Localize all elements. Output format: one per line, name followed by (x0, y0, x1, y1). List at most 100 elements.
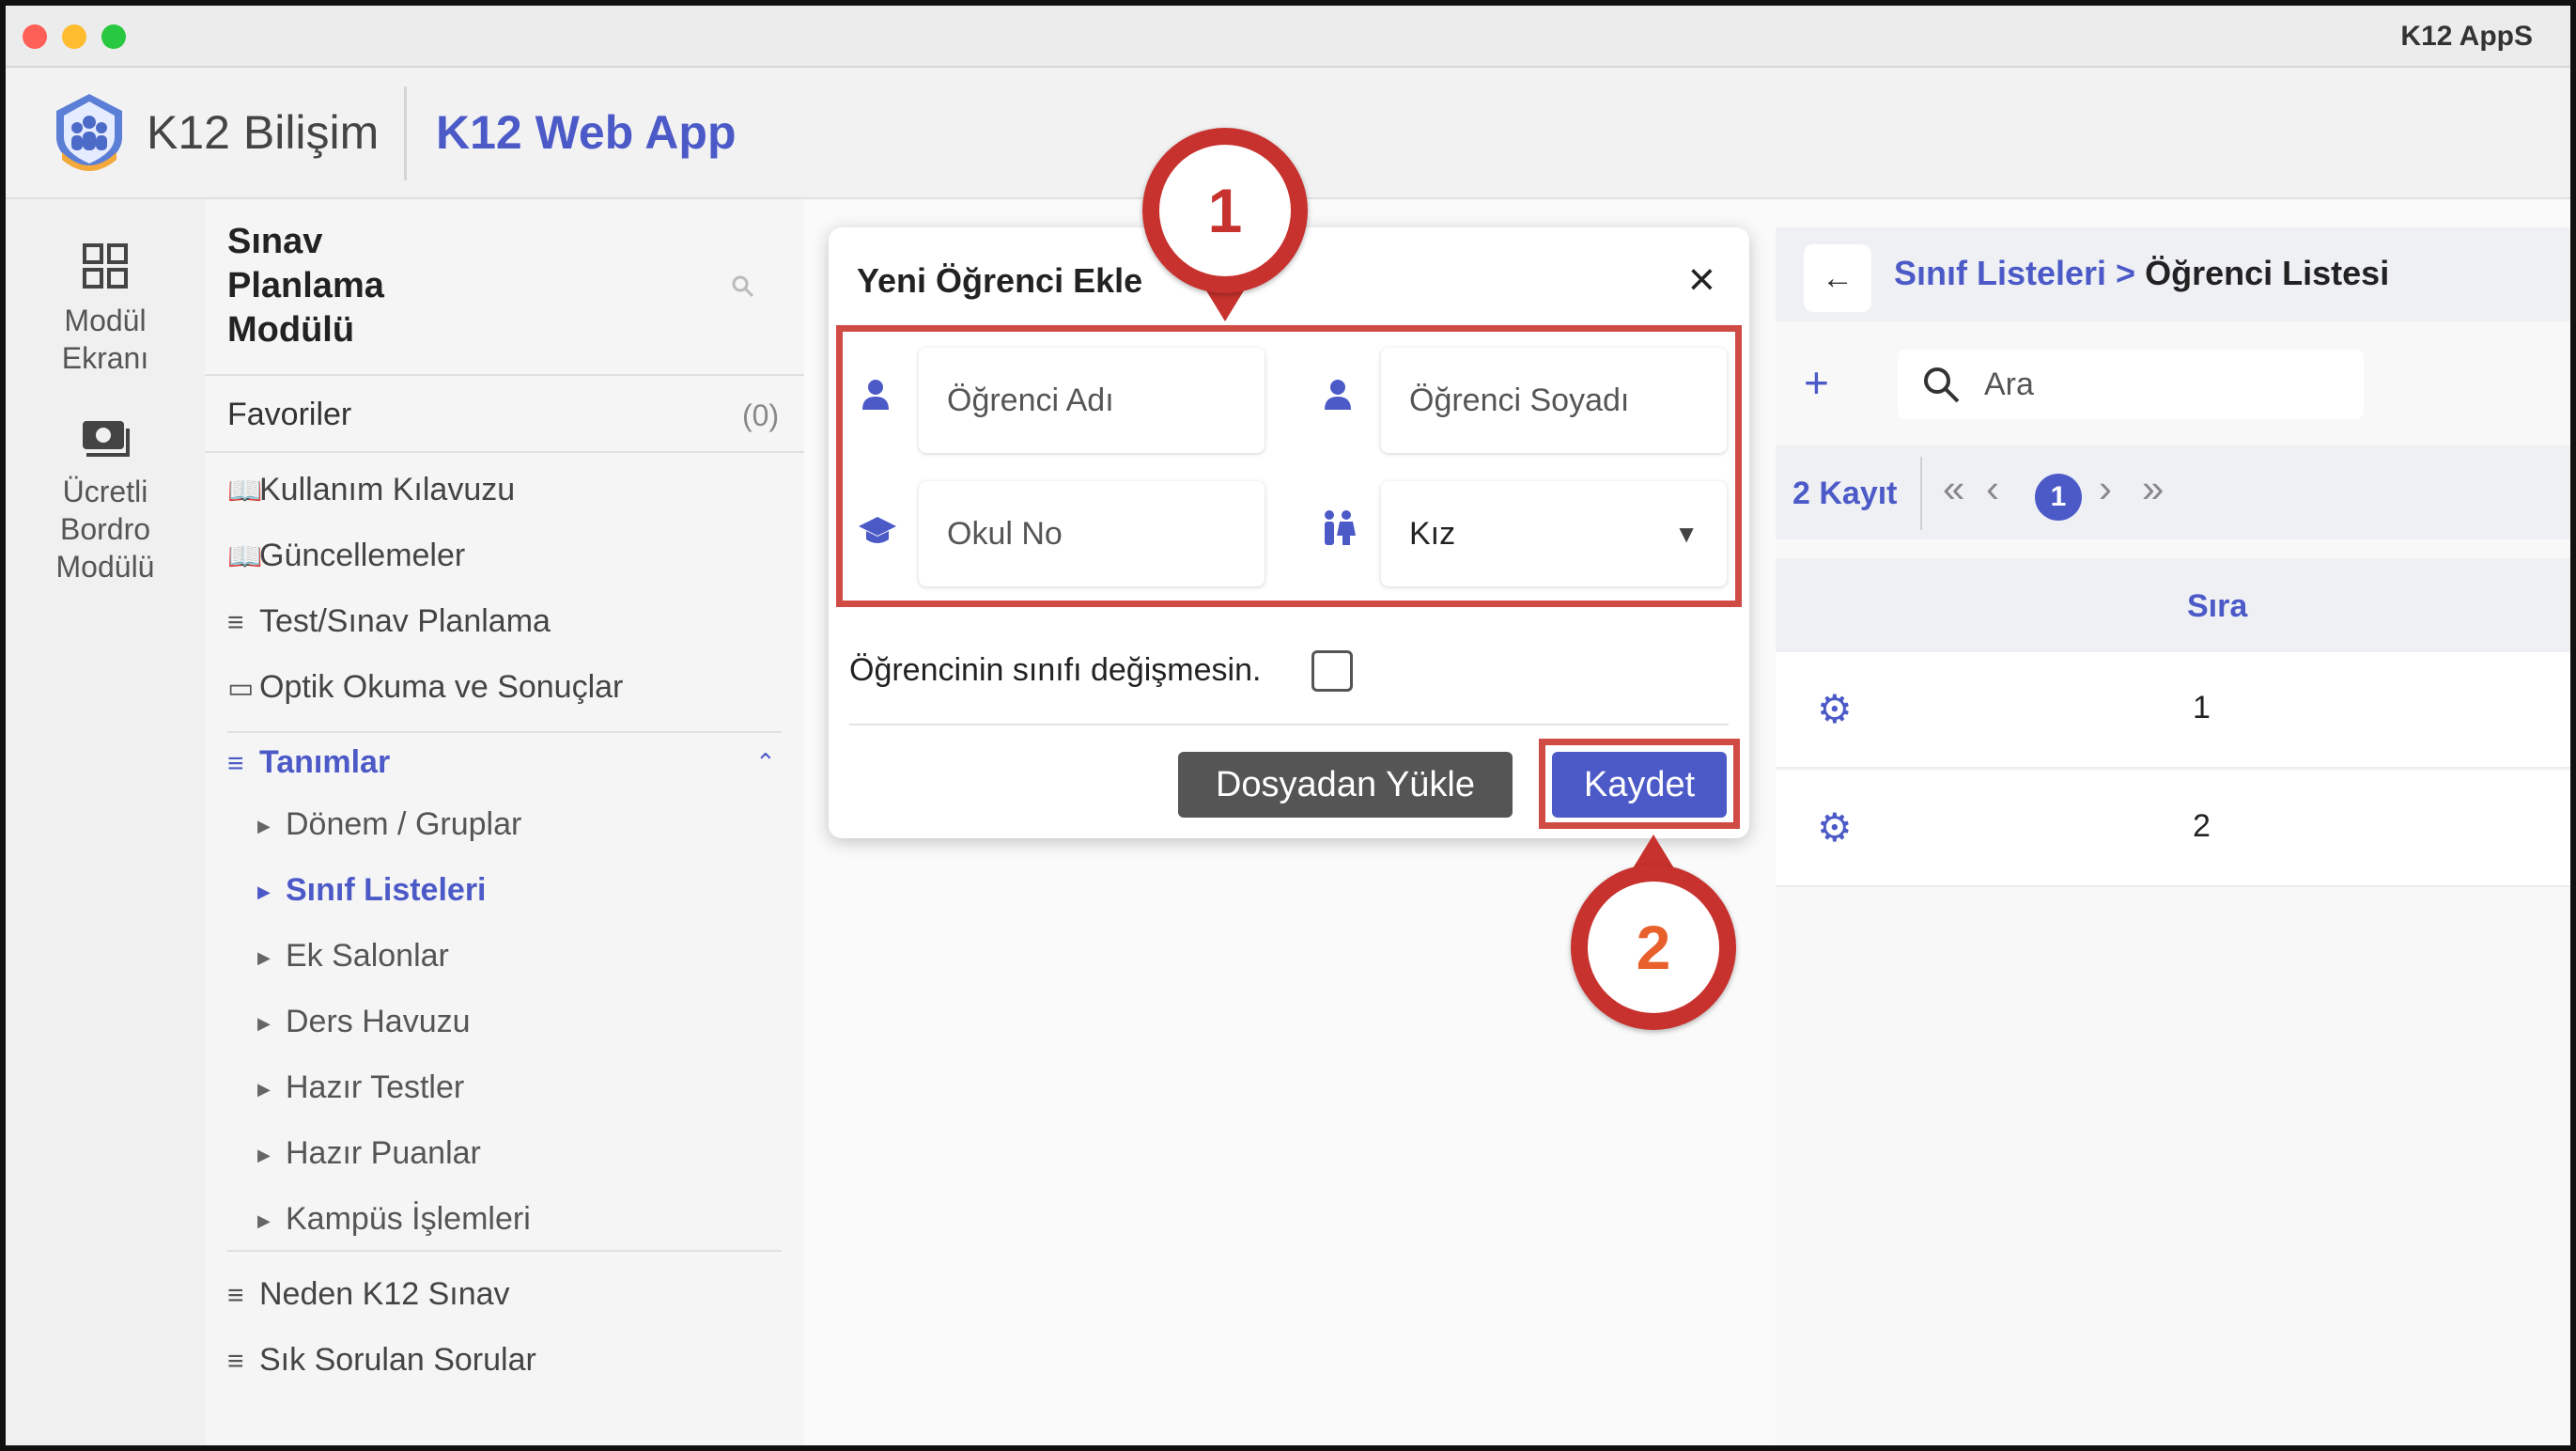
rail-item-modul-ekrani[interactable]: Modül Ekranı (6, 242, 205, 377)
sidebar-item-label: Kullanım Kılavuzu (259, 472, 516, 507)
minimize-window-button[interactable] (62, 24, 86, 49)
upload-from-file-button[interactable]: Dosyadan Yükle (1178, 752, 1513, 818)
sidebar-title: Sınav Planlama Modülü (227, 220, 622, 352)
sidebar-item-label: Kampüs İşlemleri (286, 1201, 531, 1237)
last-name-placeholder: Öğrenci Soyadı (1409, 382, 1630, 418)
brand-name: K12 Bilişim (147, 106, 380, 159)
divider (205, 374, 804, 376)
search-placeholder: Ara (1984, 366, 2034, 402)
caret-right-icon: ▶ (257, 1079, 271, 1099)
book-icon: 📖 (227, 541, 263, 572)
sidebar-item-label: Neden K12 Sınav (259, 1276, 510, 1312)
divider (227, 731, 782, 733)
module-rail: Modül Ekranı Ücretli Bordro Modülü (6, 199, 205, 1445)
school-no-placeholder: Okul No (947, 515, 1063, 552)
breadcrumb-parent[interactable]: Sınıf Listeleri > (1894, 254, 2135, 292)
sidebar-item-test-sinav-planlama[interactable]: ≡ Test/Sınav Planlama (227, 603, 551, 640)
sidebar-item-guncellemeler[interactable]: 📖Güncellemeler (227, 538, 465, 574)
caret-right-icon: ▶ (257, 1210, 271, 1230)
favorites-count: (0) (742, 398, 780, 432)
payroll-icon (6, 417, 205, 465)
sidebar: Sınav Planlama Modülü Favoriler (0) 📖Kul… (205, 199, 804, 1445)
sidebar-item-label: Sık Sorulan Sorular (259, 1342, 536, 1378)
close-window-button[interactable] (23, 24, 47, 49)
student-list-panel: ← Sınıf Listeleri > Öğrenci Listesi + Ar… (1776, 227, 2570, 1445)
grid-icon (6, 242, 205, 294)
add-student-dialog: Yeni Öğrenci Ekle × Öğrenci Adı Öğrenci … (829, 227, 1749, 838)
rail-item-label: Modülü (55, 550, 155, 584)
zoom-window-button[interactable] (101, 24, 126, 49)
annotation-pin-label: 2 (1588, 882, 1719, 1013)
table-row[interactable]: ⚙ 2 (1776, 771, 2570, 887)
search-input[interactable]: Ara (1898, 350, 2364, 419)
sidebar-item-label: Dönem / Gruplar (286, 806, 522, 842)
pagination-bar: 2 Kayıt « ‹ 1 › » (1776, 445, 2570, 539)
arrow-left-icon: ← (1822, 259, 1854, 296)
sidebar-item-sinif-listeleri[interactable]: ▶ Sınıf Listeleri (257, 872, 487, 909)
sidebar-item-kullanim-kilavuzu[interactable]: 📖Kullanım Kılavuzu (227, 472, 515, 508)
title-bar: K12 AppS (6, 6, 2570, 68)
sidebar-item-label: Optik Okuma ve Sonuçlar (259, 669, 624, 705)
person-icon (861, 378, 891, 416)
annotation-pin-1: 1 (1142, 128, 1308, 293)
last-name-input[interactable]: Öğrenci Soyadı (1381, 348, 1727, 453)
sidebar-item-hazir-puanlar[interactable]: ▶ Hazır Puanlar (257, 1135, 481, 1172)
rail-item-ucretli-bordro[interactable]: Ücretli Bordro Modülü (6, 417, 205, 585)
gear-icon[interactable]: ⚙ (1817, 804, 1853, 850)
favorites-label[interactable]: Favoriler (227, 397, 351, 433)
school-no-input[interactable]: Okul No (919, 481, 1265, 586)
sidebar-item-kampus-islemleri[interactable]: ▶ Kampüs İşlemleri (257, 1201, 531, 1238)
pin-pointer (1633, 835, 1674, 868)
sidebar-section-tanimlar[interactable]: ≡ Tanımlar (227, 744, 390, 781)
menu-lines-icon: ≡ (227, 607, 244, 638)
gear-icon[interactable]: ⚙ (1817, 686, 1853, 732)
sidebar-title-line: Modülü (227, 310, 355, 350)
dropdown-arrow-icon: ▼ (1674, 519, 1699, 548)
gender-select[interactable]: Kız ▼ (1381, 481, 1727, 586)
next-page-icon[interactable]: › (2099, 466, 2112, 511)
sidebar-item-neden-k12[interactable]: ≡ Neden K12 Sınav (227, 1276, 510, 1313)
divider (849, 724, 1729, 726)
rail-item-label: Ekranı (61, 341, 149, 375)
sidebar-item-donem-gruplar[interactable]: ▶ Dönem / Gruplar (257, 806, 521, 843)
panel-header: ← Sınıf Listeleri > Öğrenci Listesi (1776, 227, 2570, 321)
sidebar-item-ders-havuzu[interactable]: ▶ Ders Havuzu (257, 1004, 471, 1040)
sidebar-item-label: Hazır Testler (286, 1069, 465, 1105)
close-icon[interactable]: × (1688, 252, 1715, 306)
row-sira: 2 (2193, 808, 2211, 844)
first-name-placeholder: Öğrenci Adı (947, 382, 1114, 418)
last-page-icon[interactable]: » (2142, 466, 2164, 511)
gender-value: Kız (1409, 515, 1456, 552)
save-button[interactable]: Kaydet (1552, 752, 1727, 818)
add-icon[interactable]: + (1804, 357, 1829, 408)
sidebar-item-label: Ek Salonlar (286, 938, 449, 974)
column-header-sira[interactable]: Sıra (2187, 588, 2247, 625)
menu-lines-icon: ≡ (227, 1280, 244, 1311)
app-name: K12 Web App (436, 106, 737, 159)
dialog-title: Yeni Öğrenci Ekle (857, 261, 1143, 300)
keep-class-checkbox[interactable] (1311, 650, 1353, 692)
table-row[interactable]: ⚙ 1 (1776, 652, 2570, 769)
page-1-button[interactable]: 1 (2035, 474, 2082, 521)
annotation-pin-label: 1 (1159, 145, 1291, 276)
chevron-up-icon[interactable]: ⌃ (755, 748, 776, 777)
window-title: K12 AppS (2400, 21, 2533, 52)
annotation-pin-2: 2 (1571, 865, 1736, 1030)
sidebar-search-icon[interactable] (731, 274, 755, 304)
prev-page-icon[interactable]: ‹ (1986, 466, 1999, 511)
list-add-icon: ≡ (227, 748, 244, 779)
first-page-icon[interactable]: « (1943, 466, 1964, 511)
sidebar-item-sss[interactable]: ≡ Sık Sorulan Sorular (227, 1342, 536, 1379)
first-name-input[interactable]: Öğrenci Adı (919, 348, 1265, 453)
keep-class-label: Öğrencinin sınıfı değişmesin. (849, 652, 1262, 688)
sidebar-item-hazir-testler[interactable]: ▶ Hazır Testler (257, 1069, 464, 1106)
caret-right-icon: ▶ (257, 1145, 271, 1164)
sidebar-title-line: Sınav (227, 222, 323, 261)
sidebar-item-ek-salonlar[interactable]: ▶ Ek Salonlar (257, 938, 449, 975)
sidebar-item-optik-okuma[interactable]: ▭ Optik Okuma ve Sonuçlar (227, 669, 623, 706)
row-sira: 1 (2193, 690, 2211, 726)
back-button[interactable]: ← (1804, 244, 1871, 312)
caret-right-icon: ▶ (257, 816, 271, 835)
sidebar-title-line: Planlama (227, 266, 384, 305)
k12-logo-icon[interactable] (49, 90, 130, 179)
